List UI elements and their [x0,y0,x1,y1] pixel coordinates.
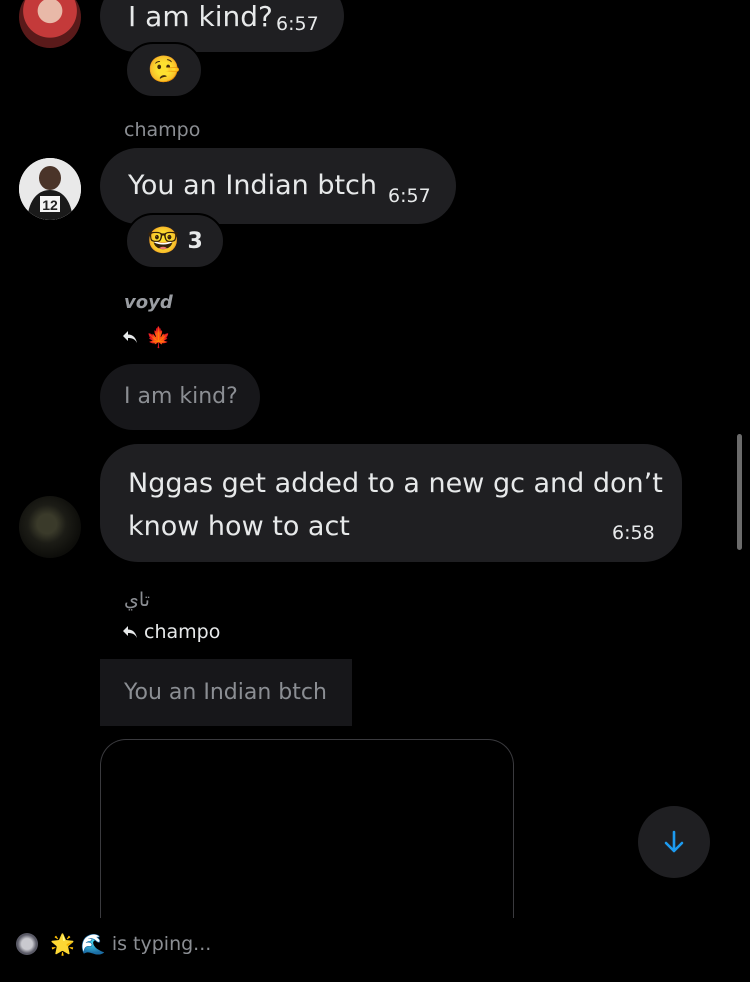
sender-name: champo [124,119,201,141]
reaction-badge[interactable]: 🤓 3 [125,213,225,269]
quoted-text: I am kind? [124,384,238,409]
message-text: You an Indian btch [128,170,377,201]
avatar[interactable] [19,0,81,48]
quoted-message[interactable]: You an Indian btch [100,659,352,726]
nerd-face-emoji-icon: 🤓 [147,226,180,256]
typing-avatar [16,933,38,955]
sender-name: voyd [124,292,173,313]
scroll-to-bottom-button[interactable] [638,806,710,878]
avatar[interactable]: 12 [19,158,81,220]
reply-to-name: champo [144,621,221,643]
message-bubble[interactable]: Nggas get added to a new gc and don’t kn… [100,444,682,562]
reply-arrow-icon [123,626,137,638]
media-attachment[interactable] [100,739,514,940]
message-time: 6:57 [276,13,319,35]
reaction-count: 3 [187,228,203,254]
avatar-image-icon: 12 [19,158,81,220]
wave-emoji-icon: 🌊 [80,932,106,956]
star-emoji-icon: 🌟 [50,932,75,956]
message-text: Nggas get added to a new gc and don’t kn… [128,468,663,542]
message-time: 6:58 [612,522,655,544]
message-text: I am kind? [128,0,273,33]
reply-indicator: champo [122,621,220,643]
sender-name: تاي [124,589,150,611]
message-time: 6:57 [388,185,431,207]
scrollbar[interactable] [737,434,742,550]
svg-text:12: 12 [42,197,58,213]
typing-text: is typing... [111,933,212,955]
quoted-message[interactable]: I am kind? [100,364,260,430]
typing-indicator: 🌟 🌊 is typing... [16,932,211,956]
quoted-text: You an Indian btch [124,680,327,705]
reaction-badge[interactable]: 🤥 [125,42,203,98]
arrow-down-icon [664,830,684,853]
lying-face-emoji-icon: 🤥 [147,55,181,85]
reply-indicator: 🍁 [122,325,171,349]
maple-leaf-emoji-icon: 🍁 [146,325,171,349]
message-bubble[interactable]: I am kind? 6:57 [100,0,344,52]
avatar[interactable] [19,496,81,558]
reply-arrow-icon [123,331,137,343]
